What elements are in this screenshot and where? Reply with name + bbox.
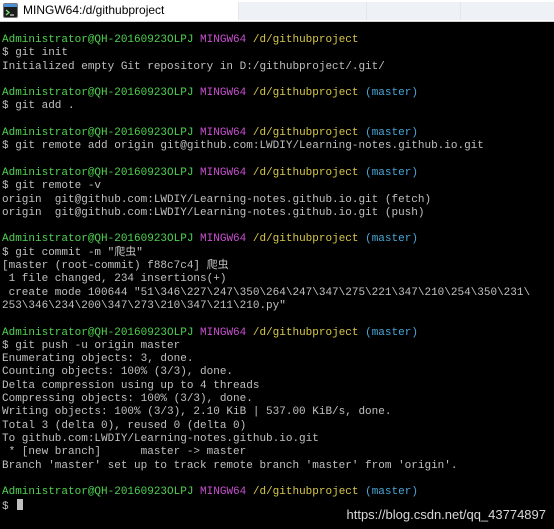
output-line: Counting objects: 100% (3/3), done. <box>2 366 234 379</box>
prompt-shell: MINGW64 <box>200 326 247 339</box>
prompt-branch: (master) <box>365 233 418 246</box>
prompt-branch: (master) <box>365 326 418 339</box>
prompt-path: /d/githubproject <box>252 34 359 46</box>
prompt-line: Administrator@QH-20160923OLPJ MINGW64 /d… <box>2 127 554 140</box>
title-bar[interactable]: MINGW64:/d/githubproject <box>0 0 554 22</box>
terminal-window: MINGW64:/d/githubproject Administrator@Q… <box>0 0 554 529</box>
output-line: Delta compression using up to 4 threads <box>2 379 260 392</box>
prompt-path: /d/githubproject <box>252 127 359 140</box>
output-line: Initialized empty Git repository in D:/g… <box>2 60 385 73</box>
prompt-user: Administrator@QH-20160923OLPJ <box>2 486 194 499</box>
prompt-user: Administrator@QH-20160923OLPJ <box>2 87 194 100</box>
prompt-line: Administrator@QH-20160923OLPJ MINGW64 /d… <box>2 486 554 499</box>
output-line: [master (root-commit) f88c7c4] 爬虫 <box>2 260 229 273</box>
command-text: $ git add . <box>2 100 75 113</box>
prompt-branch: (master) <box>365 87 418 100</box>
background-tab[interactable] <box>366 2 460 20</box>
output-line: origin git@github.com:LWDIY/Learning-not… <box>2 193 432 206</box>
prompt-branch: (master) <box>365 486 418 499</box>
command-text: $ git commit -m "爬虫" <box>2 246 143 259</box>
text-cursor[interactable] <box>17 499 24 511</box>
prompt-path: /d/githubproject <box>252 166 359 179</box>
background-tab[interactable] <box>460 2 554 20</box>
prompt-path: /d/githubproject <box>252 233 359 246</box>
prompt-line: Administrator@QH-20160923OLPJ MINGW64 /d… <box>2 34 554 47</box>
prompt-user: Administrator@QH-20160923OLPJ <box>2 34 194 46</box>
prompt-line: Administrator@QH-20160923OLPJ MINGW64 /d… <box>2 233 554 246</box>
prompt-branch: (master) <box>365 127 418 140</box>
mingw-terminal-icon <box>3 3 18 18</box>
command-text: $ git remote -v <box>2 180 102 193</box>
prompt-user: Administrator@QH-20160923OLPJ <box>2 233 194 246</box>
prompt-user: Administrator@QH-20160923OLPJ <box>2 127 194 140</box>
prompt-branch: (master) <box>365 166 418 179</box>
output-line: Writing objects: 100% (3/3), 2.10 KiB | … <box>2 406 392 419</box>
command-line: $ git init <box>2 47 554 60</box>
prompt-line: Administrator@QH-20160923OLPJ MINGW64 /d… <box>2 327 554 340</box>
prompt-user: Administrator@QH-20160923OLPJ <box>2 326 194 339</box>
prompt-shell: MINGW64 <box>200 87 247 100</box>
prompt-line: Administrator@QH-20160923OLPJ MINGW64 /d… <box>2 87 554 100</box>
prompt-line: Administrator@QH-20160923OLPJ MINGW64 /d… <box>2 167 554 180</box>
output-line: create mode 100644 "51\346\227\247\350\2… <box>2 286 531 299</box>
output-line: 253\346\234\200\347\273\210\347\211\210.… <box>2 299 286 312</box>
output-line: 1 file changed, 234 insertions(+) <box>2 273 227 286</box>
command-line: $ git add . <box>2 100 554 113</box>
command-line: $ git remote add origin git@github.com:L… <box>2 140 554 153</box>
prompt-path: /d/githubproject <box>252 87 359 100</box>
prompt-shell: MINGW64 <box>200 34 247 46</box>
prompt-shell: MINGW64 <box>200 127 247 140</box>
output-line: Branch 'master' set up to track remote b… <box>2 459 458 472</box>
prompt-shell: MINGW64 <box>200 233 247 246</box>
output-line: Total 3 (delta 0), reused 0 (delta 0) <box>2 419 247 432</box>
output-line: origin git@github.com:LWDIY/Learning-not… <box>2 206 425 219</box>
prompt-shell: MINGW64 <box>200 166 247 179</box>
background-tab[interactable] <box>238 2 366 20</box>
command-text: $ <box>2 501 16 514</box>
prompt-path: /d/githubproject <box>252 326 359 339</box>
command-line: $ git push -u origin master <box>2 340 554 353</box>
command-text: $ git push -u origin master <box>2 339 181 352</box>
prompt-shell: MINGW64 <box>200 486 247 499</box>
watermark: https://blog.csdn.net/qq_43774897 <box>346 507 547 522</box>
terminal-output[interactable]: Administrator@QH-20160923OLPJ MINGW64 /d… <box>0 24 554 529</box>
output-line: Compressing objects: 100% (3/3), done. <box>2 393 253 406</box>
command-text: $ git init <box>2 47 69 60</box>
prompt-user: Administrator@QH-20160923OLPJ <box>2 166 194 179</box>
window-title: MINGW64:/d/githubproject <box>23 3 165 17</box>
output-line: * [new branch] master -> master <box>2 446 247 459</box>
output-line: Enumerating objects: 3, done. <box>2 353 194 366</box>
command-line: $ git remote -v <box>2 180 554 193</box>
command-text: $ git remote add origin git@github.com:L… <box>2 140 484 153</box>
command-line: $ git commit -m "爬虫" <box>2 247 554 260</box>
prompt-path: /d/githubproject <box>252 486 359 499</box>
output-line: To github.com:LWDIY/Learning-notes.githu… <box>2 432 319 445</box>
